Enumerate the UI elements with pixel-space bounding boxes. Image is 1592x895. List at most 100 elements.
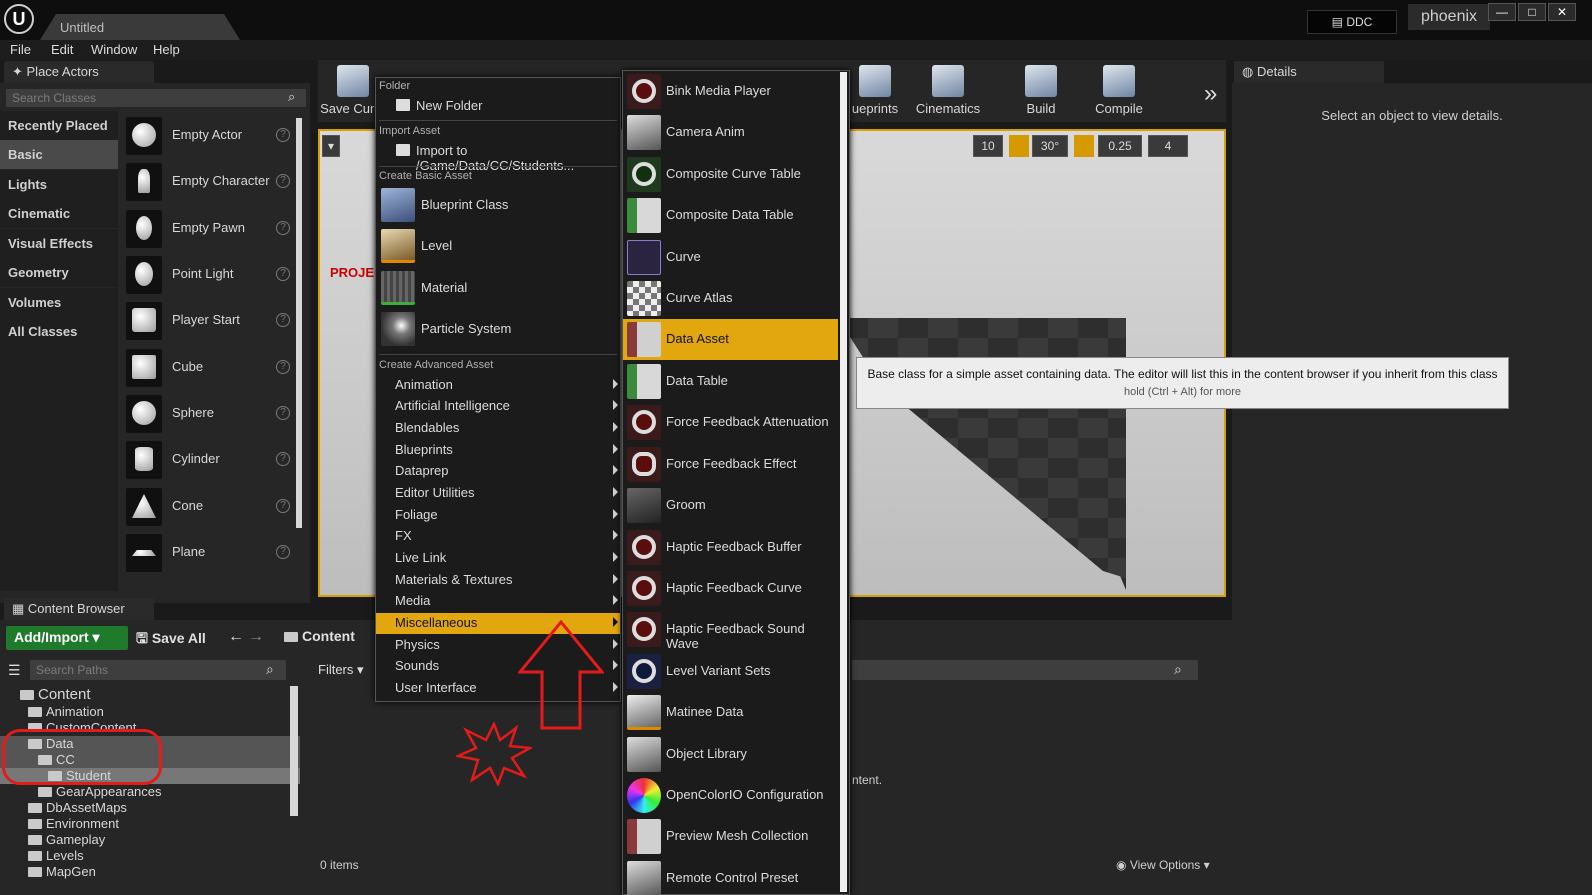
place-actors-scrollbar[interactable] [296,118,302,528]
menu-media[interactable]: Media [376,591,620,612]
submenu-opencolorio-configuration[interactable]: OpenColorIO Configuration [623,775,838,816]
category-lights[interactable]: Lights [0,170,118,199]
menu-fx[interactable]: FX [376,526,620,547]
menu-blueprint-class[interactable]: Blueprint Class [376,185,620,226]
help-icon[interactable]: ? [276,499,290,513]
rotation-snap-icon[interactable] [1009,135,1029,157]
tree-item-mapgen[interactable]: MapGen [0,864,300,880]
sources-toggle-icon[interactable]: ☰ [8,662,21,679]
help-icon[interactable]: ? [276,452,290,466]
submenu-composite-data-table[interactable]: Composite Data Table [623,195,838,236]
actor-empty-actor[interactable]: Empty Actor? [122,113,300,159]
submenu-haptic-feedback-curve[interactable]: Haptic Feedback Curve [623,568,838,609]
search-classes-input[interactable]: Search Classes [6,89,306,107]
camera-speed-value[interactable]: 4 [1148,135,1188,157]
menu-edit[interactable]: Edit [51,42,73,57]
help-icon[interactable]: ? [276,360,290,374]
actor-cone[interactable]: Cone? [122,484,300,530]
tree-item-levels[interactable]: Levels [0,848,300,864]
help-icon[interactable]: ? [276,267,290,281]
search-assets-input[interactable] [852,660,1198,680]
menu-blendables[interactable]: Blendables [376,418,620,439]
menu-help[interactable]: Help [153,42,180,57]
unreal-logo-icon[interactable]: U [4,4,34,34]
close-button[interactable]: ✕ [1548,3,1576,21]
tree-item-gearappearances[interactable]: GearAppearances [0,784,300,800]
blueprints-button[interactable]: ueprints [840,63,910,121]
category-cinematic[interactable]: Cinematic [0,199,118,228]
help-icon[interactable]: ? [276,545,290,559]
actor-cube[interactable]: Cube? [122,345,300,391]
ddc-button[interactable]: ▤ DDC [1307,10,1397,34]
menu-animation[interactable]: Animation [376,375,620,396]
submenu-force-feedback-attenuation[interactable]: Force Feedback Attenuation [623,402,838,443]
build-button[interactable]: Build [1006,63,1076,121]
content-browser-tab[interactable]: ▦ Content Browser [4,598,154,620]
compile-button[interactable]: Compile [1084,63,1154,121]
category-basic[interactable]: Basic [0,140,118,169]
category-geometry[interactable]: Geometry [0,258,118,287]
submenu-composite-curve-table[interactable]: Composite Curve Table [623,154,838,195]
help-icon[interactable]: ? [276,221,290,235]
minimize-button[interactable]: — [1488,3,1516,21]
search-icon[interactable]: ⌕ [1174,661,1182,678]
viewport-options-button[interactable]: ▾ [322,135,340,157]
grid-snap-value[interactable]: 10 [973,135,1003,157]
save-all-button[interactable]: 🖫 Save All [136,628,206,652]
tree-item-environment[interactable]: Environment [0,816,300,832]
submenu-haptic-feedback-sound-wave[interactable]: Haptic Feedback Sound Wave [623,609,838,651]
scale-snap-value[interactable]: 0.25 [1098,135,1142,157]
help-icon[interactable]: ? [276,174,290,188]
actor-point-light[interactable]: Point Light? [122,252,300,298]
help-icon[interactable]: ? [276,128,290,142]
rotation-snap-value[interactable]: 30° [1032,135,1068,157]
submenu-force-feedback-effect[interactable]: Force Feedback Effect [623,444,838,485]
submenu-curve[interactable]: Curve [623,237,838,278]
submenu-groom[interactable]: Groom [623,485,838,526]
place-actors-tab[interactable]: ✦ Place Actors [4,61,154,83]
category-visual-effects[interactable]: Visual Effects [0,229,118,258]
menu-file[interactable]: File [10,42,31,57]
menu-import-to[interactable]: Import to /Game/Data/CC/Students... [376,140,620,173]
submenu-preview-mesh-collection[interactable]: Preview Mesh Collection [623,816,838,857]
actor-player-start[interactable]: Player Start? [122,298,300,344]
forward-arrow-icon[interactable]: → [248,628,264,646]
menu-material[interactable]: Material [376,268,620,309]
menu-materials-textures[interactable]: Materials & Textures [376,570,620,591]
submenu-object-library[interactable]: Object Library [623,734,838,775]
actor-empty-pawn[interactable]: Empty Pawn? [122,206,300,252]
add-import-button[interactable]: Add/Import ▾ [6,626,128,650]
category-volumes[interactable]: Volumes [0,288,118,317]
breadcrumb-content[interactable]: Content [284,628,355,644]
menu-level[interactable]: Level [376,226,620,267]
menu-dataprep[interactable]: Dataprep [376,461,620,482]
submenu-haptic-feedback-buffer[interactable]: Haptic Feedback Buffer [623,527,838,568]
submenu-data-table[interactable]: Data Table [623,361,838,402]
maximize-button[interactable]: □ [1518,3,1546,21]
toolbar-overflow-icon[interactable]: » [1204,80,1217,108]
tree-item-gameplay[interactable]: Gameplay [0,832,300,848]
search-icon[interactable]: ⌕ [266,661,274,678]
document-tab[interactable]: Untitled [40,14,240,40]
submenu-scrollbar[interactable] [840,72,847,892]
menu-blueprints[interactable]: Blueprints [376,440,620,461]
submenu-bink-media-player[interactable]: Bink Media Player [623,71,838,112]
submenu-level-variant-sets[interactable]: Level Variant Sets [623,651,838,692]
details-tab[interactable]: ◍ Details [1234,61,1384,83]
search-paths-input[interactable]: Search Paths [30,660,286,680]
category-recently-placed[interactable]: Recently Placed [0,111,118,140]
submenu-remote-control-preset[interactable]: Remote Control Preset [623,858,838,895]
tree-item-dbassetmaps[interactable]: DbAssetMaps [0,800,300,816]
actor-sphere[interactable]: Sphere? [122,391,300,437]
menu-foliage[interactable]: Foliage [376,505,620,526]
menu-particle-system[interactable]: Particle System [376,309,620,350]
scale-snap-icon[interactable] [1074,135,1094,157]
submenu-curve-atlas[interactable]: Curve Atlas [623,278,838,319]
back-arrow-icon[interactable]: ← [228,628,244,646]
menu-new-folder[interactable]: New Folder [376,95,620,116]
menu-window[interactable]: Window [91,42,137,57]
menu-live-link[interactable]: Live Link [376,548,620,569]
help-icon[interactable]: ? [276,313,290,327]
menu-editor-utilities[interactable]: Editor Utilities [376,483,620,504]
help-icon[interactable]: ? [276,406,290,420]
